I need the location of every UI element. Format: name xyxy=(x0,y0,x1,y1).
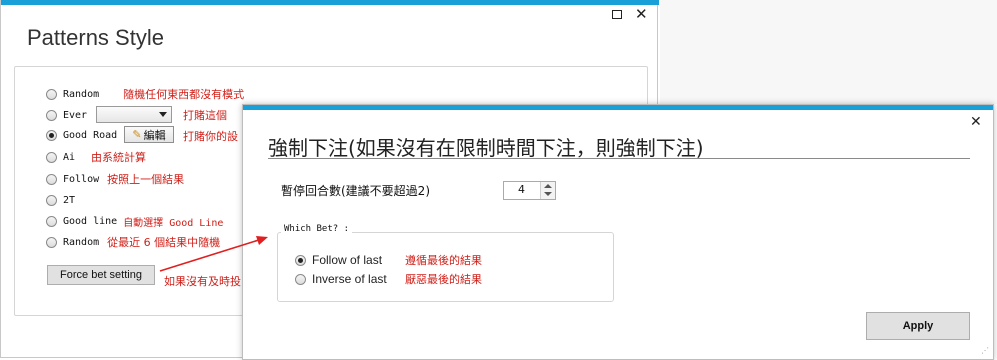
option-label: 2T xyxy=(63,194,76,206)
force-bet-note: 如果沒有及時投 xyxy=(164,275,241,288)
option-note: 自動選擇 Good Line xyxy=(123,217,224,229)
bet-option-follow[interactable]: Follow of last 遵循最後的結果 xyxy=(295,252,482,268)
pause-rounds-stepper[interactable]: 4 xyxy=(503,181,556,200)
force-bet-setting-button[interactable]: Force bet setting xyxy=(47,265,155,285)
option-note: 打賭這個 xyxy=(183,109,227,122)
bet-option-label: Inverse of last xyxy=(312,272,387,286)
force-bet-dialog: ✕ 強制下注(如果沒有在限制時間下注，則強制下注) 暫停回合數(建議不要超過2)… xyxy=(242,104,994,360)
chevron-up-icon[interactable] xyxy=(544,184,552,188)
radio-button-selected[interactable] xyxy=(295,254,306,266)
option-note: 隨機任何東西都沒有模式 xyxy=(123,88,245,101)
option-random-recent[interactable]: Random 從最近 6 個結果中隨機 xyxy=(46,234,220,250)
chevron-down-icon xyxy=(159,112,167,117)
window-accent-bar xyxy=(243,105,993,110)
chevron-down-icon[interactable] xyxy=(544,192,552,196)
option-label: Random xyxy=(63,236,100,248)
option-2t[interactable]: 2T xyxy=(46,192,75,208)
option-random[interactable]: Random 隨機任何東西都沒有模式 xyxy=(46,86,244,102)
pause-rounds-label: 暫停回合數(建議不要超過2) xyxy=(281,184,430,198)
background-area xyxy=(660,0,997,104)
radio-button[interactable] xyxy=(46,109,57,121)
option-ever[interactable]: Ever xyxy=(46,107,87,123)
option-label: Good Road xyxy=(63,129,118,141)
bet-option-note: 厭惡最後的結果 xyxy=(405,273,482,286)
option-label: Ai xyxy=(63,151,76,163)
option-label: Good line xyxy=(63,215,118,227)
option-follow[interactable]: Follow 按照上一個結果 xyxy=(46,171,184,187)
ever-combo-box[interactable] xyxy=(96,106,172,123)
radio-button-selected[interactable] xyxy=(46,129,57,141)
option-label: Ever xyxy=(63,109,88,121)
option-ai[interactable]: Ai 由系統計算 xyxy=(46,149,146,165)
option-good-road[interactable]: Good Road xyxy=(46,127,117,143)
apply-button[interactable]: Apply xyxy=(866,312,970,340)
radio-button[interactable] xyxy=(46,236,57,248)
option-note: 從最近 6 個結果中隨機 xyxy=(107,236,221,249)
which-bet-legend: Which Bet? : xyxy=(281,224,353,234)
window-accent-bar xyxy=(1,0,659,5)
stepper-value: 4 xyxy=(518,183,525,196)
radio-button[interactable] xyxy=(46,173,57,185)
close-icon[interactable]: ✕ xyxy=(970,114,982,130)
radio-button[interactable] xyxy=(46,88,57,100)
window-title: Patterns Style xyxy=(27,25,164,50)
option-label: Random xyxy=(63,88,100,100)
option-note: 由系統計算 xyxy=(91,151,147,164)
option-label: Follow xyxy=(63,173,100,185)
option-note: 按照上一個結果 xyxy=(107,173,185,186)
close-icon[interactable]: ✕ xyxy=(635,7,648,22)
radio-button[interactable] xyxy=(295,273,306,285)
bet-option-note: 遵循最後的結果 xyxy=(405,254,482,267)
radio-button[interactable] xyxy=(46,151,57,163)
edit-button[interactable]: ✎ 編輯 xyxy=(124,126,174,143)
radio-button[interactable] xyxy=(46,194,57,206)
pencil-icon: ✎ xyxy=(132,128,142,141)
radio-button[interactable] xyxy=(46,215,57,227)
option-note: 打賭你的設 xyxy=(183,130,238,143)
bet-option-inverse[interactable]: Inverse of last 厭惡最後的結果 xyxy=(295,271,482,287)
edit-button-label: 編輯 xyxy=(143,128,166,142)
dialog-title: 強制下注(如果沒有在限制時間下注，則強制下注) xyxy=(268,136,704,160)
title-divider xyxy=(268,158,970,159)
stepper-buttons xyxy=(540,182,555,199)
maximize-icon[interactable] xyxy=(612,10,622,19)
resize-grip-icon[interactable]: ⋰ xyxy=(981,347,989,355)
option-good-line[interactable]: Good line 自動選擇 Good Line xyxy=(46,213,223,229)
bet-option-label: Follow of last xyxy=(312,253,383,267)
